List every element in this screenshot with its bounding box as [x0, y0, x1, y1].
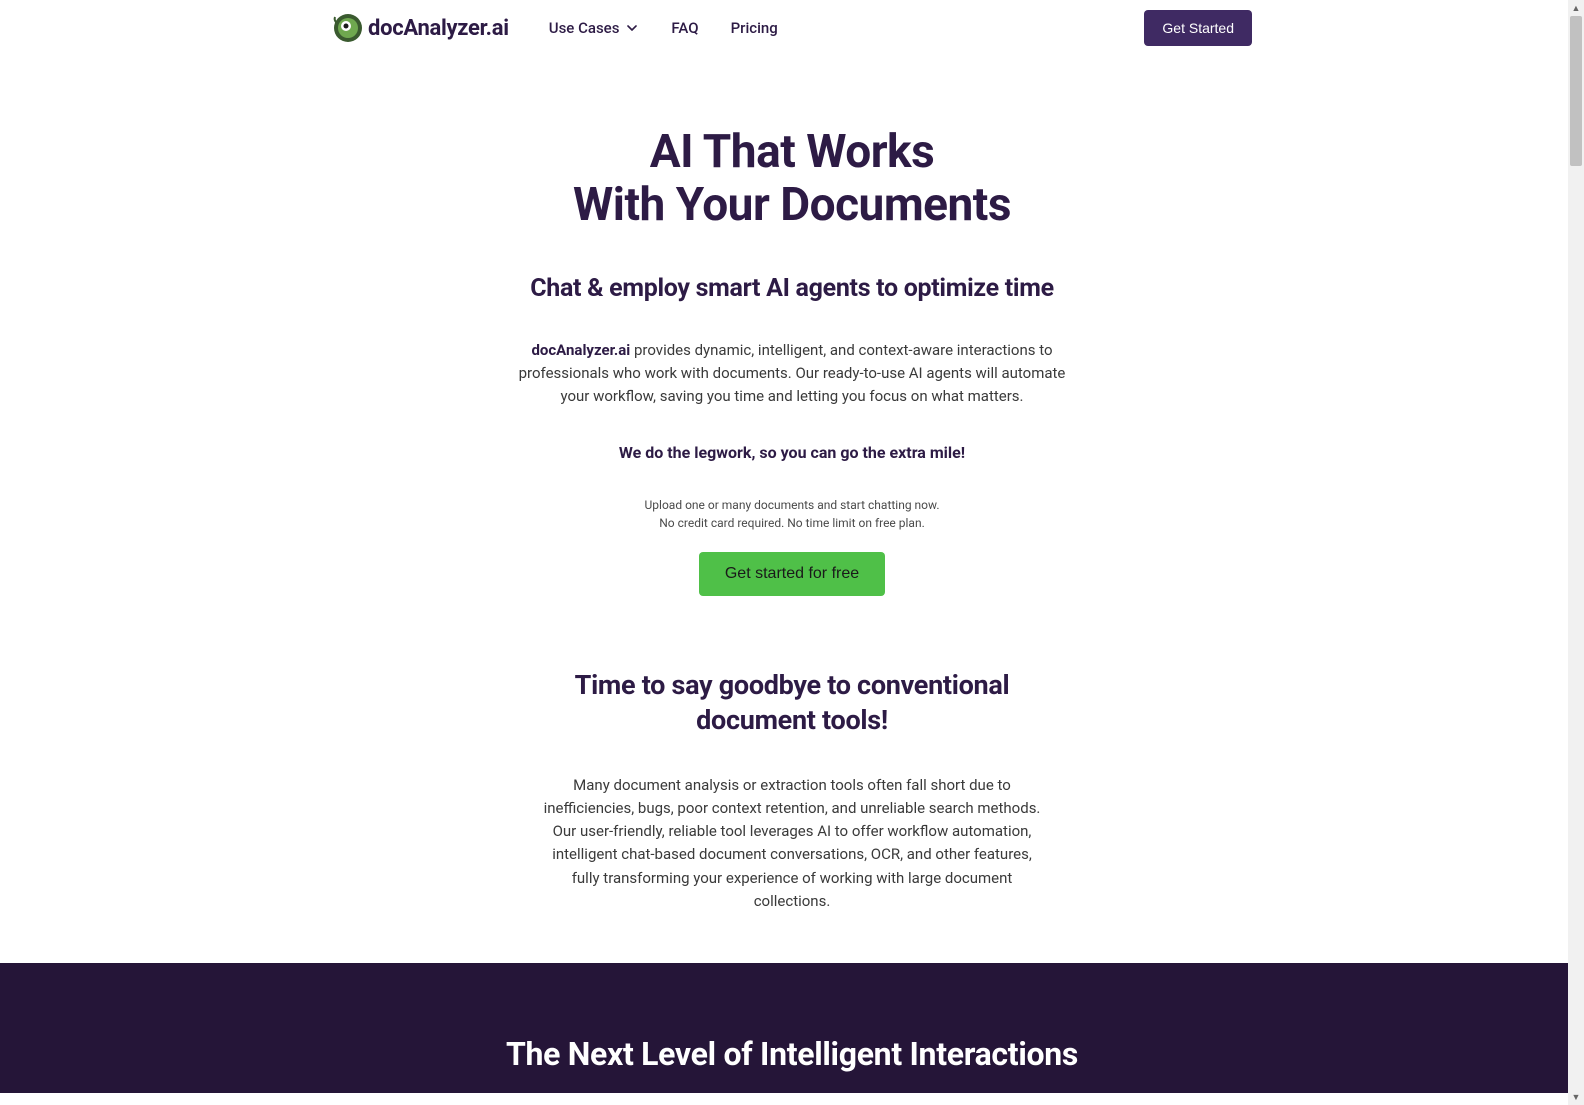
dark-section: The Next Level of Intelligent Interactio… [147, 963, 1437, 1093]
get-started-button-main[interactable]: Get started for free [699, 552, 885, 596]
hero-title: AI That Works With Your Documents [472, 126, 1112, 232]
hero-small-text-line1: Upload one or many documents and start c… [645, 498, 940, 512]
dark-section-wrapper: The Next Level of Intelligent Interactio… [0, 963, 1584, 1093]
header: docAnalyzer.ai Use Cases FAQ Pricing Get… [147, 0, 1437, 56]
nav-pricing[interactable]: Pricing [731, 19, 778, 37]
nav-use-cases[interactable]: Use Cases [549, 19, 640, 37]
section-goodbye: Time to say goodbye to conventional docu… [512, 596, 1072, 914]
hero-tagline: We do the legwork, so you can go the ext… [472, 443, 1112, 462]
get-started-button-header[interactable]: Get Started [1144, 10, 1252, 46]
hero-small-text: Upload one or many documents and start c… [472, 496, 1112, 532]
scrollbar[interactable]: ▲ ▼ [1568, 0, 1584, 1105]
hero-subtitle: Chat & employ smart AI agents to optimiz… [472, 274, 1112, 303]
nav-links: Use Cases FAQ Pricing [549, 19, 778, 37]
nav-pricing-label: Pricing [731, 19, 778, 37]
nav-use-cases-label: Use Cases [549, 19, 620, 37]
scrollbar-arrow-down-icon[interactable]: ▼ [1568, 1089, 1584, 1105]
logo-icon [332, 12, 364, 44]
hero-title-line1: AI That Works [650, 125, 935, 179]
scrollbar-arrow-up-icon[interactable]: ▲ [1568, 0, 1584, 16]
hero-small-text-line2: No credit card required. No time limit o… [659, 516, 925, 530]
chevron-down-icon [625, 21, 639, 35]
hero-title-line2: With Your Documents [573, 178, 1011, 232]
nav-faq[interactable]: FAQ [671, 19, 698, 37]
dark-section-title: The Next Level of Intelligent Interactio… [147, 1035, 1437, 1073]
section-goodbye-title: Time to say goodbye to conventional docu… [512, 668, 1072, 738]
hero-section: AI That Works With Your Documents Chat &… [472, 56, 1112, 596]
nav-faq-label: FAQ [671, 19, 698, 37]
hero-description: docAnalyzer.ai provides dynamic, intelli… [512, 339, 1072, 409]
logo[interactable]: docAnalyzer.ai [332, 12, 509, 44]
scrollbar-thumb[interactable] [1570, 16, 1582, 166]
section-goodbye-description: Many document analysis or extraction too… [537, 774, 1047, 914]
hero-description-bold: docAnalyzer.ai [531, 341, 630, 359]
logo-text: docAnalyzer.ai [368, 16, 509, 41]
